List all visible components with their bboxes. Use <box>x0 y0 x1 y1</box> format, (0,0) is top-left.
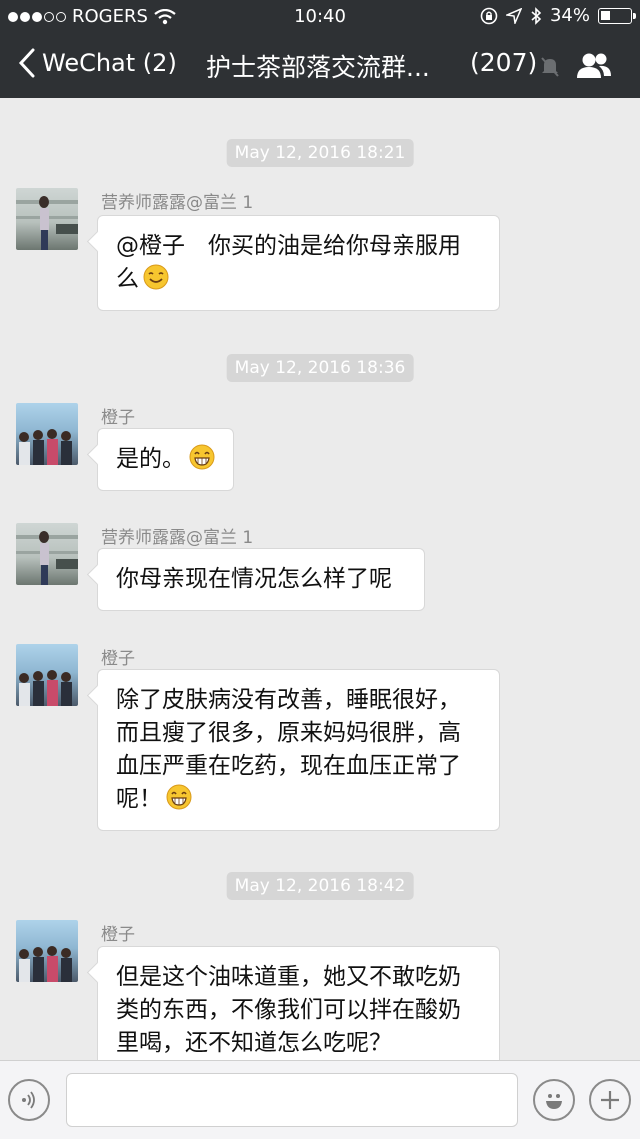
bluetooth-icon <box>531 6 542 25</box>
member-count: (207) <box>470 48 538 77</box>
avatar[interactable] <box>16 188 78 250</box>
avatar-photo <box>19 946 72 982</box>
avatar-photo <box>19 429 72 465</box>
chat-header: WeChat (2) 护士茶部落交流群... (207) <box>0 34 640 98</box>
message-text: 但是这个油味道重，她又不敢吃奶类的东西，不像我们可以拌在酸奶里喝，还不知道怎么吃… <box>116 964 461 1056</box>
avatar-photo <box>16 531 78 585</box>
grin-emoji-icon <box>189 444 215 470</box>
mute-bell-icon <box>541 57 559 77</box>
timestamp: May 12, 2016 18:21 <box>226 139 414 167</box>
status-bar: ROGERS 10:40 34% <box>0 0 640 34</box>
message-input[interactable] <box>66 1073 518 1127</box>
avatar[interactable] <box>16 523 78 585</box>
avatar[interactable] <box>16 920 78 982</box>
chevron-left-icon <box>18 48 35 78</box>
avatar[interactable] <box>16 644 78 706</box>
more-options-button[interactable] <box>589 1079 631 1121</box>
back-label: WeChat (2) <box>42 49 177 77</box>
timestamp: May 12, 2016 18:42 <box>226 872 414 900</box>
avatar-photo <box>16 196 78 250</box>
sender-name: 橙子 <box>101 649 135 669</box>
message-bubble[interactable]: 你母亲现在情况怎么样了呢 <box>97 548 425 611</box>
sender-name: 橙子 <box>101 408 135 428</box>
battery-percent: 34% <box>549 5 590 26</box>
timestamp: May 12, 2016 18:36 <box>226 354 414 382</box>
smile-emoji-icon <box>143 264 169 290</box>
message-bubble[interactable]: @橙子 你买的油是给你母亲服用么 <box>97 215 500 311</box>
avatar-photo <box>19 670 72 706</box>
emoji-button[interactable] <box>533 1079 575 1121</box>
group-members-icon[interactable] <box>576 51 612 81</box>
back-button[interactable]: WeChat (2) <box>18 48 177 78</box>
rotation-lock-icon <box>480 7 498 24</box>
sender-name: 营养师露露@富兰 1 <box>101 193 254 213</box>
battery-icon <box>598 7 636 24</box>
message-bubble[interactable]: 但是这个油味道重，她又不敢吃奶类的东西，不像我们可以拌在酸奶里喝，还不知道怎么吃… <box>97 946 500 1060</box>
message-text: 你母亲现在情况怎么样了呢 <box>116 566 392 592</box>
message-text: 是的。 <box>116 446 185 472</box>
input-bar <box>0 1060 640 1139</box>
avatar[interactable] <box>16 403 78 465</box>
plus-icon <box>601 1091 619 1109</box>
message-bubble[interactable]: 除了皮肤病没有改善，睡眠很好，而且瘦了很多，原来妈妈很胖，高血压严重在吃药，现在… <box>97 669 500 831</box>
sender-name: 营养师露露@富兰 1 <box>101 528 254 548</box>
status-right: 34% <box>480 5 636 26</box>
voice-icon <box>22 1091 35 1109</box>
sender-name: 橙子 <box>101 925 135 945</box>
grin-emoji-icon <box>166 784 192 810</box>
chat-title: 护士茶部落交流群... <box>206 53 430 82</box>
location-icon <box>505 7 522 24</box>
emoji-face-icon <box>546 1094 562 1109</box>
message-bubble[interactable]: 是的。 <box>97 428 234 491</box>
voice-input-button[interactable] <box>8 1079 50 1121</box>
message-list[interactable]: May 12, 2016 18:21 营养师露露@富兰 1 @橙子 你买的油是给… <box>0 98 640 1060</box>
